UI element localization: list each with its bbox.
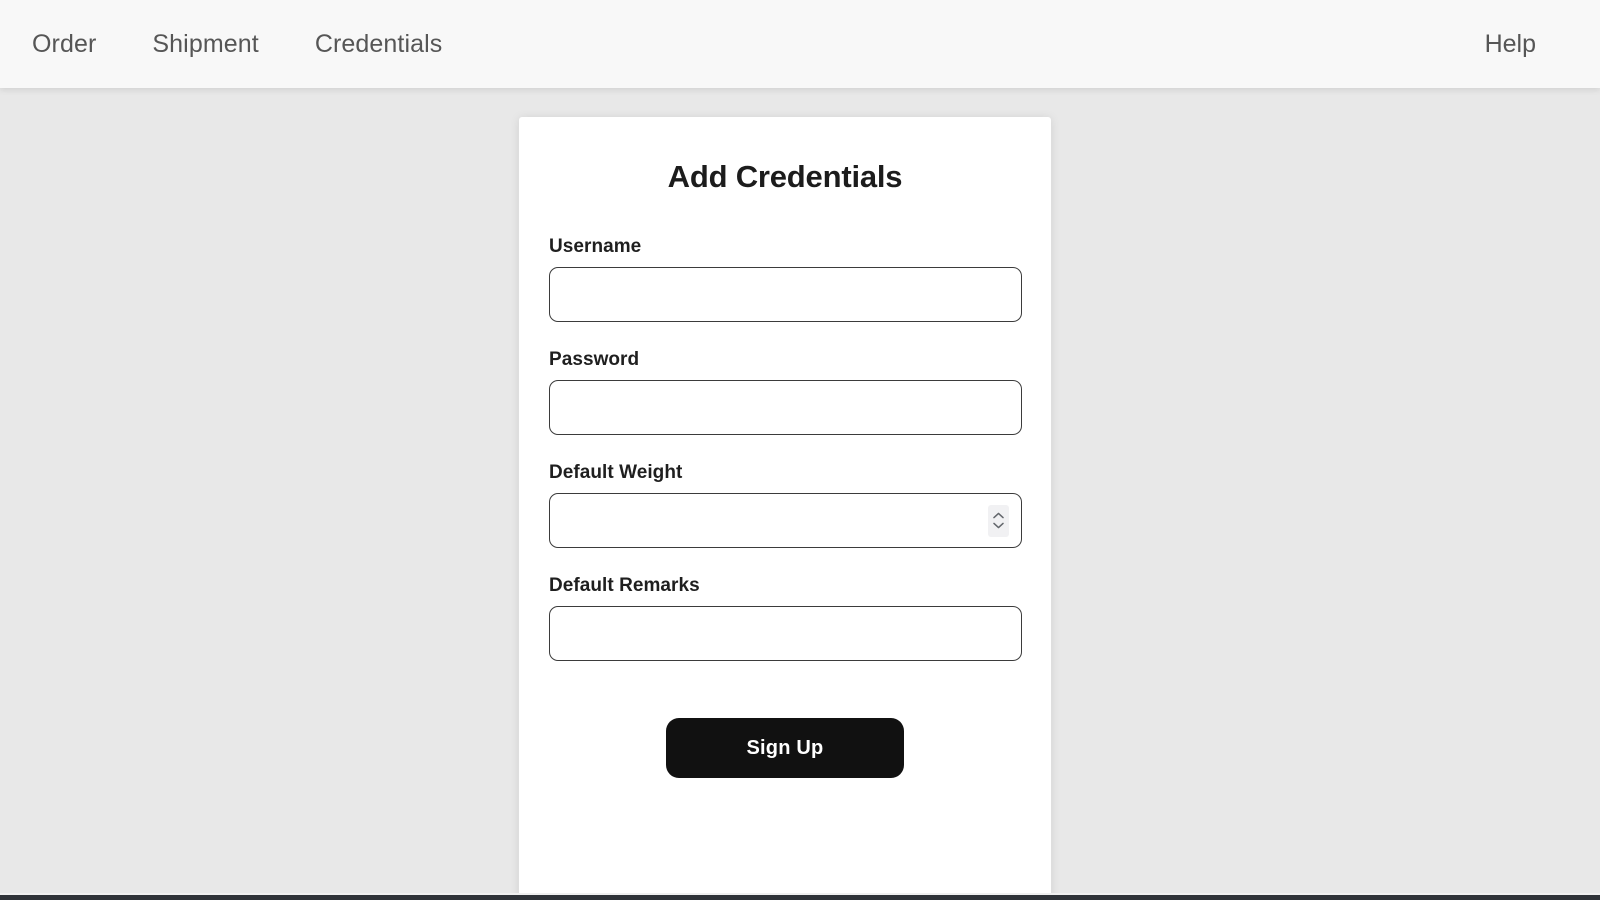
sign-up-button[interactable]: Sign Up: [666, 718, 904, 779]
input-wrap-username: [549, 267, 1022, 323]
submit-row: Sign Up: [549, 718, 1021, 779]
chevron-down-icon[interactable]: [993, 522, 1004, 529]
field-label-password: Password: [549, 349, 640, 371]
field-username: Username: [549, 236, 1022, 323]
input-wrap-password: [549, 380, 1022, 436]
input-wrap-default-remarks: [549, 606, 1022, 662]
default-weight-input[interactable]: [549, 493, 1022, 549]
field-label-default-remarks: Default Remarks: [549, 575, 700, 597]
horizontal-scrollbar[interactable]: [0, 893, 1600, 900]
nav-link-shipment[interactable]: Shipment: [152, 31, 258, 57]
number-stepper[interactable]: [988, 504, 1009, 537]
top-navbar: Order Shipment Credentials Help: [0, 0, 1600, 88]
field-label-default-weight: Default Weight: [549, 462, 683, 484]
page-title: Add Credentials: [667, 159, 903, 194]
chevron-up-icon[interactable]: [993, 512, 1004, 519]
field-label-username: Username: [549, 236, 642, 258]
password-input[interactable]: [549, 380, 1022, 436]
primary-nav: Order Shipment Credentials: [32, 31, 443, 57]
field-password: Password: [549, 349, 1022, 436]
add-credentials-card: Add Credentials Username Password Defaul…: [519, 117, 1051, 900]
nav-link-order[interactable]: Order: [32, 31, 96, 57]
nav-link-help[interactable]: Help: [1485, 31, 1536, 57]
page-body: Add Credentials Username Password Defaul…: [0, 88, 1600, 900]
credentials-form: Username Password Default Weight Default…: [549, 236, 1022, 779]
horizontal-scrollbar-thumb[interactable]: [0, 895, 1600, 900]
secondary-nav: Help: [1485, 31, 1568, 57]
nav-link-credentials[interactable]: Credentials: [315, 31, 443, 57]
default-remarks-input[interactable]: [549, 606, 1022, 662]
field-default-remarks: Default Remarks: [549, 575, 1022, 662]
input-wrap-default-weight: [549, 493, 1022, 549]
field-default-weight: Default Weight: [549, 462, 1022, 549]
username-input[interactable]: [549, 267, 1022, 323]
